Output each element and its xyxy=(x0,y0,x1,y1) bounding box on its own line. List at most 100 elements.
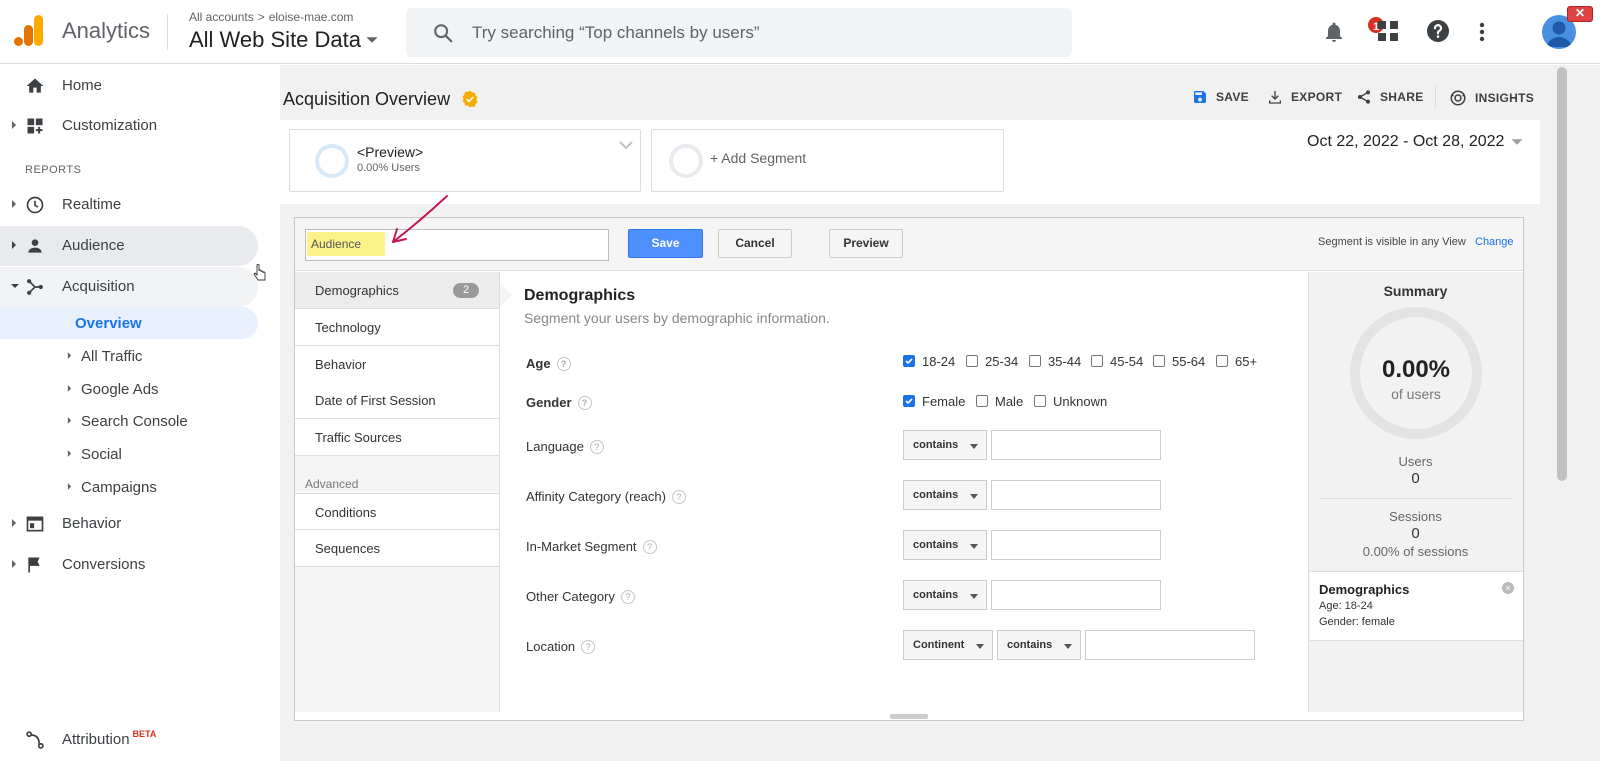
sidebar-item-acquisition[interactable]: Acquisition xyxy=(0,267,258,307)
sidebar-item-home[interactable]: Home xyxy=(0,66,258,106)
sidebar-item-customization[interactable]: Customization xyxy=(0,106,258,146)
bell-icon[interactable] xyxy=(1322,19,1346,45)
checkbox-age-25-34[interactable]: 25-34 xyxy=(966,354,1018,369)
other-category-input[interactable] xyxy=(991,580,1161,610)
checkbox-gender-male[interactable]: Male xyxy=(976,394,1023,409)
remove-condition-icon[interactable]: × xyxy=(1502,582,1514,594)
help-icon[interactable]: ? xyxy=(620,590,635,604)
page-scrollbar-thumb[interactable] xyxy=(1557,67,1567,481)
segment-name-value[interactable]: Audience xyxy=(311,237,361,251)
sidebar-subitem-all-traffic[interactable]: All Traffic xyxy=(0,340,258,372)
checkbox-label: 65+ xyxy=(1235,354,1258,369)
active-tab-pointer xyxy=(500,283,512,307)
insights-icon xyxy=(1450,90,1466,106)
preview-button[interactable]: Preview xyxy=(829,229,903,258)
sidebar-item-conversions[interactable]: Conversions xyxy=(0,545,258,585)
age-label-row: Age? xyxy=(526,356,571,371)
sidebar-subitem-google-ads[interactable]: Google Ads xyxy=(0,373,258,405)
sidebar-subitem-overview[interactable]: Overview xyxy=(0,307,258,339)
inmarket-match-select[interactable]: contains xyxy=(903,530,987,560)
section-title: Demographics xyxy=(524,287,636,304)
resize-grip-handle[interactable] xyxy=(890,714,928,719)
chevron-down-icon[interactable] xyxy=(618,140,634,150)
affinity-label: Affinity Category (reach) xyxy=(526,489,666,504)
export-button[interactable]: EXPORT xyxy=(1267,89,1342,105)
sidebar-item-audience[interactable]: Audience xyxy=(0,226,258,266)
help-icon[interactable]: ? xyxy=(671,490,686,504)
affinity-input[interactable] xyxy=(991,480,1161,510)
sidebar-subitem-campaigns[interactable]: Campaigns xyxy=(0,471,258,503)
other-label-row: Other Category? xyxy=(526,589,635,604)
breadcrumb-site[interactable]: eloise-mae.com xyxy=(269,10,354,24)
tab-behavior[interactable]: Behavior xyxy=(295,346,499,383)
tab-technology[interactable]: Technology xyxy=(295,309,499,346)
help-icon[interactable]: ? xyxy=(589,440,604,454)
help-icon[interactable]: ? xyxy=(577,396,592,410)
page-title: Acquisition Overview xyxy=(283,89,451,109)
other-match-select[interactable]: contains xyxy=(903,580,987,610)
checkbox-age-65-plus[interactable]: 65+ xyxy=(1216,354,1257,369)
dashboard-icon xyxy=(27,118,43,134)
tab-date-of-first-session[interactable]: Date of First Session xyxy=(295,382,499,419)
checkbox-unchecked-icon xyxy=(1091,355,1103,367)
location-input[interactable] xyxy=(1085,630,1255,660)
affinity-match-select[interactable]: contains xyxy=(903,480,987,510)
apps-grid-icon[interactable] xyxy=(1377,20,1399,42)
checkbox-age-45-54[interactable]: 45-54 xyxy=(1091,354,1143,369)
sidebar-subitem-search-console[interactable]: Search Console xyxy=(0,405,258,437)
language-input[interactable] xyxy=(991,430,1161,460)
location-scope-select[interactable]: Continent xyxy=(903,630,993,660)
checkbox-age-55-64[interactable]: 55-64 xyxy=(1153,354,1205,369)
more-vert-icon[interactable] xyxy=(1478,22,1486,42)
location-match-select[interactable]: contains xyxy=(997,630,1081,660)
sidebar-item-behavior[interactable]: Behavior xyxy=(0,504,258,544)
save-report-button[interactable]: SAVE xyxy=(1192,89,1249,105)
sidebar-item-realtime[interactable]: Realtime xyxy=(0,185,258,225)
tab-label: Behavior xyxy=(315,357,367,372)
checkbox-checked-icon xyxy=(903,355,915,367)
checkbox-label: Unknown xyxy=(1053,394,1108,409)
search-placeholder[interactable]: Try searching “Top channels by users” xyxy=(472,23,760,43)
help-icon[interactable]: ? xyxy=(556,357,571,371)
help-icon[interactable]: ? xyxy=(581,640,596,654)
checkbox-age-18-24[interactable]: 18-24 xyxy=(903,354,955,369)
sidebar-item-label: Attribution xyxy=(62,731,130,748)
window-close-button[interactable]: ✕ xyxy=(1567,6,1593,22)
tab-conditions[interactable]: Conditions xyxy=(295,493,499,530)
checkbox-gender-unknown[interactable]: Unknown xyxy=(1034,394,1107,409)
tab-traffic-sources[interactable]: Traffic Sources xyxy=(295,419,499,456)
inmarket-input[interactable] xyxy=(991,530,1161,560)
breadcrumb-all-accounts[interactable]: All accounts xyxy=(189,10,254,24)
search-bar[interactable]: Try searching “Top channels by users” xyxy=(406,8,1072,57)
help-icon[interactable]: ? xyxy=(642,540,657,554)
checkbox-unchecked-icon xyxy=(1153,355,1165,367)
help-icon[interactable] xyxy=(1426,19,1450,43)
language-label-row: Language? xyxy=(526,439,604,454)
sidebar-item-label: Conversions xyxy=(62,556,146,573)
account-breadcrumb[interactable]: All accounts > eloise-mae.com xyxy=(189,10,353,24)
select-value: contains xyxy=(913,589,959,601)
language-match-select[interactable]: contains xyxy=(903,430,987,460)
app-name: Analytics xyxy=(62,18,151,43)
sidebar-item-attribution[interactable]: Attribution BETA xyxy=(0,720,258,760)
cancel-button[interactable]: Cancel xyxy=(718,229,792,258)
add-segment-card[interactable]: + Add Segment xyxy=(651,129,1004,192)
insights-label: INSIGHTS xyxy=(1475,91,1535,105)
save-segment-button[interactable]: Save xyxy=(628,229,703,258)
insights-button[interactable]: INSIGHTS xyxy=(1449,89,1534,107)
checkbox-gender-female[interactable]: Female xyxy=(903,394,965,409)
analytics-logo-icon[interactable] xyxy=(14,15,44,47)
tab-sequences[interactable]: Sequences xyxy=(295,530,499,567)
condition-card-title: Demographics xyxy=(1319,582,1410,597)
sidebar-subitem-social[interactable]: Social xyxy=(0,438,258,470)
share-button[interactable]: SHARE xyxy=(1356,89,1424,105)
change-visibility-link[interactable]: Change xyxy=(1475,236,1514,248)
checkbox-age-35-44[interactable]: 35-44 xyxy=(1029,354,1081,369)
tab-demographics[interactable]: Demographics 2 xyxy=(295,272,499,309)
segment-card-preview[interactable]: <Preview> 0.00% Users xyxy=(289,129,641,192)
caret-down-icon xyxy=(1511,139,1524,145)
summary-sessions-label: Sessions xyxy=(1389,509,1442,524)
date-range-picker[interactable]: Oct 22, 2022 - Oct 28, 2022 xyxy=(1307,133,1524,151)
view-selector[interactable]: All Web Site Data xyxy=(189,27,379,53)
chevron-right-icon xyxy=(67,450,72,457)
